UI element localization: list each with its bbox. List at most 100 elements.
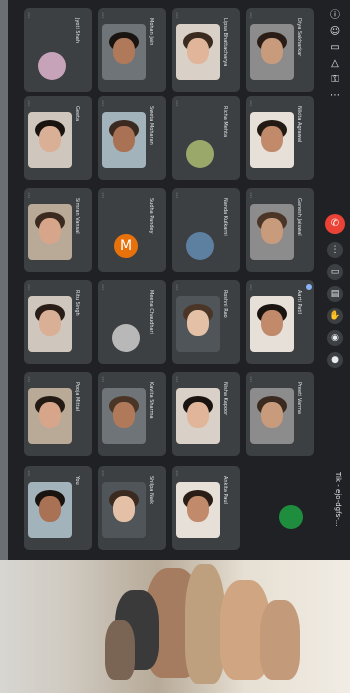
lock-icon[interactable]: ⚿ <box>329 74 341 86</box>
participant-video <box>176 296 220 352</box>
participant-tile[interactable]: ⫶ Aarti Patil <box>246 280 314 364</box>
more-icon[interactable]: ⫶ <box>102 376 110 384</box>
more-icon[interactable]: ⫶ <box>28 192 36 200</box>
participant-name: Kavita Sharma <box>148 382 154 419</box>
more-icon[interactable]: ⫶ <box>250 12 258 20</box>
participant-name: You <box>74 476 80 485</box>
raise-hand-button[interactable]: ✋ <box>327 308 343 324</box>
more-icon[interactable]: ⫶ <box>102 100 110 108</box>
participant-video <box>176 24 220 80</box>
more-icon[interactable]: ⫶ <box>28 470 36 478</box>
participant-name: Ritu Singh <box>74 290 80 316</box>
participant-tile[interactable]: ⫶ Ganesh Jaiswal <box>246 188 314 272</box>
video-call-screen: ⓘ ☺ ▭ △ ⚿ ⋯ ✆ ⋮ ▭ ▤ ✋ ◉ ● Tik - ejo-dgfs… <box>8 0 350 560</box>
participant-tile[interactable]: ⫶ Pooja Mittal <box>24 372 92 456</box>
participant-video <box>102 24 146 80</box>
camera-button[interactable]: ◉ <box>327 330 343 346</box>
participant-name: Ankita Paul <box>222 476 228 504</box>
more-icon[interactable]: ⫶ <box>176 284 184 292</box>
more-icon[interactable]: ⋯ <box>329 90 341 102</box>
participant-video <box>250 388 294 444</box>
participant-name: Sudha Pandey <box>148 198 154 234</box>
participant-tile[interactable]: ⫶ Diya Sakharkar <box>246 8 314 92</box>
participant-tile[interactable]: ⫶ Mohan Jain <box>98 8 166 92</box>
participant-tile[interactable]: ⫶ Shilpa Naik <box>98 466 166 550</box>
info-icon[interactable]: ⓘ <box>329 10 341 22</box>
chat-icon[interactable]: ▭ <box>329 42 341 54</box>
people-icon[interactable]: ☺ <box>329 26 341 38</box>
more-icon[interactable]: ⫶ <box>28 12 36 20</box>
participant-video <box>176 388 220 444</box>
more-icon[interactable]: ⫶ <box>28 100 36 108</box>
more-icon[interactable]: ⫶ <box>28 376 36 384</box>
more-options-button[interactable]: ⋮ <box>327 242 343 258</box>
more-icon[interactable]: ⫶ <box>102 470 110 478</box>
more-icon[interactable]: ⫶ <box>250 100 258 108</box>
participant-name: Nanda Kulkarni <box>222 198 228 236</box>
participant-name: Lipsa Bhattacharya <box>222 18 228 67</box>
participant-video <box>102 388 146 444</box>
participant-tile[interactable]: ⫶ Sweta Moharan <box>98 96 166 180</box>
participant-name: Diya Sakharkar <box>296 18 302 57</box>
participant-tile[interactable]: ⫶ Richa Mehta <box>172 96 240 180</box>
more-icon[interactable]: ⫶ <box>176 12 184 20</box>
participant-video <box>250 112 294 168</box>
participant-video <box>250 24 294 80</box>
background-left-strip <box>0 0 8 560</box>
more-icon[interactable]: ⫶ <box>250 284 258 292</box>
avatar: M <box>114 234 138 258</box>
participant-video <box>176 482 220 538</box>
more-icon[interactable]: ⫶ <box>102 284 110 292</box>
participant-tile[interactable]: ⫶ Preeti Varma <box>246 372 314 456</box>
participant-tile[interactable]: ⫶ You <box>24 466 92 550</box>
participant-tile[interactable]: ⫶ Nisha Kapoor <box>172 372 240 456</box>
participant-name: Roshni Rao <box>222 290 228 318</box>
avatar <box>186 232 214 260</box>
participant-name: Nikita Agrawal <box>296 106 302 143</box>
end-call-button[interactable]: ✆ <box>325 214 345 234</box>
participant-name: Shilpa Naik <box>148 476 154 505</box>
captions-button[interactable]: ▤ <box>327 286 343 302</box>
participant-tile[interactable]: ⫶ Lipsa Bhattacharya <box>172 8 240 92</box>
participant-tile[interactable]: ⫶ Meena Chaudhari <box>98 280 166 364</box>
more-icon[interactable]: ⫶ <box>102 12 110 20</box>
meeting-name: Tik - ejo-dgfs-... <box>334 472 342 527</box>
more-icon[interactable]: ⫶ <box>28 284 36 292</box>
more-icon[interactable]: ⫶ <box>102 192 110 200</box>
more-icon[interactable]: ⫶ <box>176 192 184 200</box>
avatar <box>186 140 214 168</box>
participant-name: Preeti Varma <box>296 382 302 414</box>
participant-video <box>176 204 220 260</box>
more-icon[interactable]: ⫶ <box>176 470 184 478</box>
participant-video <box>28 24 72 80</box>
shapes-icon[interactable]: △ <box>329 58 341 70</box>
participant-tile[interactable]: ⫶ Geeta <box>24 96 92 180</box>
participant-tile[interactable]: ⫶ Simran Vansal <box>24 188 92 272</box>
participant-tile[interactable]: ⫶ Kavita Sharma <box>98 372 166 456</box>
present-button[interactable]: ▭ <box>327 264 343 280</box>
avatar <box>112 324 140 352</box>
participant-name: Richa Mehta <box>222 106 228 138</box>
more-icon[interactable]: ⫶ <box>176 100 184 108</box>
participant-tile[interactable]: ⫶ Nikita Agrawal <box>246 96 314 180</box>
participant-tile[interactable]: ⫶ Ritu Singh <box>24 280 92 364</box>
participant-name: Pooja Mittal <box>74 382 80 412</box>
mic-button[interactable]: ● <box>327 352 343 368</box>
background-photo <box>0 560 350 693</box>
participant-name: Sweta Moharan <box>148 106 154 145</box>
participant-name: Geeta <box>74 106 80 122</box>
more-icon[interactable]: ⫶ <box>250 376 258 384</box>
pin-icon[interactable] <box>306 284 312 290</box>
more-icon[interactable]: ⫶ <box>176 376 184 384</box>
participant-video <box>102 112 146 168</box>
participant-tile[interactable]: ⫶ Nanda Kulkarni <box>172 188 240 272</box>
participant-tile[interactable]: ⫶ Roshni Rao <box>172 280 240 364</box>
participant-tile[interactable]: ⫶ Ankita Paul <box>172 466 240 550</box>
participant-tile[interactable]: ⫶ Jyoti Shah <box>24 8 92 92</box>
participant-name: Ganesh Jaiswal <box>296 198 302 236</box>
participant-tile[interactable]: ⫶ M Sudha Pandey <box>98 188 166 272</box>
participant-video <box>28 112 72 168</box>
more-icon[interactable]: ⫶ <box>250 192 258 200</box>
participant-video <box>102 296 146 352</box>
meeting-info: Tik - ejo-dgfs-... <box>320 468 350 560</box>
